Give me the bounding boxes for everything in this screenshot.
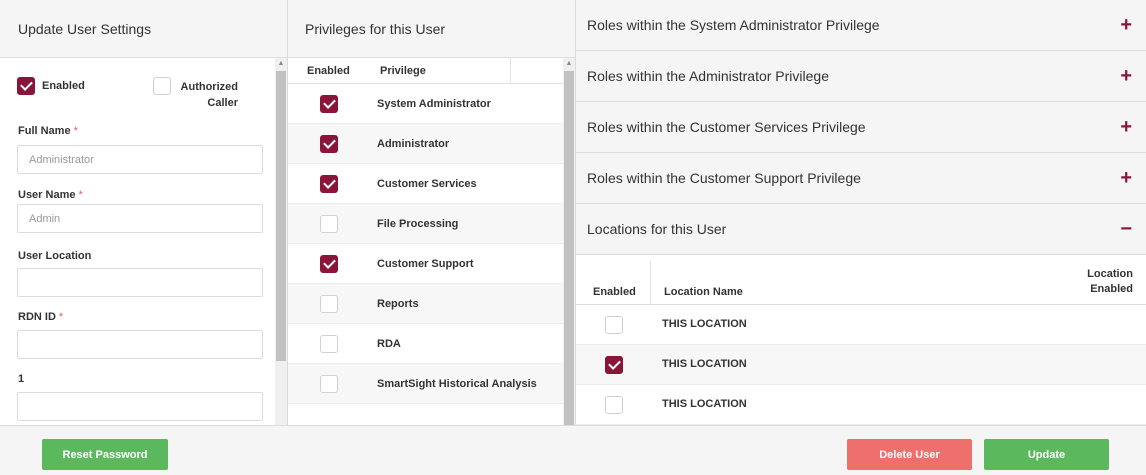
user-location-label: User Location [18, 250, 92, 262]
accordion-title: Roles within the Customer Services Privi… [587, 119, 866, 135]
privileges-table-header: Enabled Privilege [288, 58, 564, 84]
footer-bar: Reset Password Delete User Update [0, 425, 1146, 475]
privilege-enabled-checkbox[interactable] [320, 335, 338, 353]
privilege-enabled-checkbox[interactable] [320, 215, 338, 233]
roles-accordion[interactable]: Roles within the System Administrator Pr… [576, 0, 1146, 51]
location-name: THIS LOCATION [662, 358, 747, 370]
delete-user-button[interactable]: Delete User [847, 439, 972, 470]
privilege-name: RDA [377, 337, 401, 350]
privilege-enabled-checkbox[interactable] [320, 95, 338, 113]
privileges-title: Privileges for this User [305, 20, 446, 37]
location-name: THIS LOCATION [662, 318, 747, 330]
privilege-row: Customer Services [288, 164, 564, 204]
privilege-row: RDA [288, 324, 564, 364]
rdn-id-input[interactable] [17, 330, 263, 359]
field-1-input[interactable] [17, 392, 263, 421]
roles-accordion[interactable]: Roles within the Customer Services Privi… [576, 102, 1146, 153]
location-row: THIS LOCATION [576, 385, 1146, 425]
privilege-name: File Processing [377, 217, 459, 230]
privilege-row: Customer Support [288, 244, 564, 284]
privilege-row: System Administrator [288, 84, 564, 124]
user-location-input[interactable] [17, 268, 263, 297]
location-row: THIS LOCATION [576, 305, 1146, 345]
update-user-settings-header: Update User Settings [0, 0, 288, 58]
scrollbar-thumb[interactable] [276, 71, 286, 361]
location-row: THIS LOCATION [576, 345, 1146, 385]
user-settings-scrollbar[interactable]: ▲ [275, 58, 287, 425]
location-name-column-header: Location Name [664, 286, 743, 298]
location-enabled-checkbox[interactable] [605, 356, 623, 374]
locations-accordion[interactable]: Locations for this User − [576, 204, 1146, 255]
privilege-row: Reports [288, 284, 564, 324]
location-status-column-header: Location Enabled [1087, 268, 1133, 295]
roles-and-locations-panel: Roles within the System Administrator Pr… [576, 0, 1146, 425]
privilege-name: Administrator [377, 137, 450, 150]
privilege-column-header: Privilege [380, 65, 426, 77]
privileges-scrollbar[interactable]: ▲ [563, 58, 575, 425]
user-name-label: User Name * [18, 189, 83, 201]
roles-accordion[interactable]: Roles within the Customer Support Privil… [576, 153, 1146, 204]
privilege-row: File Processing [288, 204, 564, 244]
privilege-name: Reports [377, 297, 419, 310]
expand-plus-icon[interactable]: + [1120, 168, 1132, 188]
accordion-title: Roles within the Administrator Privilege [587, 68, 829, 84]
locations-table-header: Enabled Location Name Location Enabled [576, 261, 1146, 305]
privilege-enabled-checkbox[interactable] [320, 375, 338, 393]
scroll-up-arrow-icon[interactable]: ▲ [563, 58, 575, 70]
privilege-row: SmartSight Historical Analysis [288, 364, 564, 404]
user-name-input[interactable] [17, 204, 263, 233]
rdn-id-label: RDN ID * [18, 311, 64, 323]
user-settings-form: Enabled Authorized Caller Full Name* Use… [0, 58, 288, 425]
field-1-label: 1 [18, 373, 25, 385]
accordion-title: Roles within the System Administrator Pr… [587, 17, 880, 33]
privilege-row: Administrator [288, 124, 564, 164]
privilege-enabled-checkbox[interactable] [320, 295, 338, 313]
expand-plus-icon[interactable]: + [1120, 15, 1132, 35]
accordion-title: Roles within the Customer Support Privil… [587, 170, 861, 186]
scrollbar-thumb[interactable] [564, 71, 574, 425]
privilege-enabled-checkbox[interactable] [320, 135, 338, 153]
expand-plus-icon[interactable]: + [1120, 66, 1132, 86]
location-enabled-checkbox[interactable] [605, 316, 623, 334]
privilege-name: Customer Services [377, 177, 477, 190]
roles-accordion[interactable]: Roles within the Administrator Privilege… [576, 51, 1146, 102]
reset-password-button[interactable]: Reset Password [42, 439, 168, 470]
privilege-name: SmartSight Historical Analysis [377, 377, 537, 390]
privilege-name: Customer Support [377, 257, 474, 270]
authorized-caller-checkbox[interactable] [153, 77, 171, 95]
update-user-settings-title: Update User Settings [18, 20, 152, 37]
location-enabled-column-header: Enabled [593, 286, 636, 298]
expand-plus-icon[interactable]: + [1120, 117, 1132, 137]
scroll-up-arrow-icon[interactable]: ▲ [275, 58, 287, 70]
enabled-column-header: Enabled [307, 65, 350, 77]
location-enabled-checkbox[interactable] [605, 396, 623, 414]
full-name-input[interactable] [17, 145, 263, 174]
privilege-enabled-checkbox[interactable] [320, 175, 338, 193]
enabled-checkbox[interactable] [17, 77, 35, 95]
privilege-enabled-checkbox[interactable] [320, 255, 338, 273]
privilege-name: System Administrator [377, 97, 491, 110]
column-divider [510, 58, 511, 84]
privileges-header: Privileges for this User [288, 0, 576, 58]
privileges-table: Enabled Privilege System Administrator Ad… [288, 58, 576, 425]
update-button[interactable]: Update [984, 439, 1109, 470]
accordion-title: Locations for this User [587, 221, 727, 237]
collapse-minus-icon[interactable]: − [1120, 219, 1132, 239]
authorized-caller-label: Authorized Caller [180, 81, 238, 109]
enabled-label: Enabled [42, 80, 85, 92]
column-divider [650, 261, 651, 305]
full-name-label: Full Name * [18, 125, 78, 137]
location-name: THIS LOCATION [662, 398, 747, 410]
